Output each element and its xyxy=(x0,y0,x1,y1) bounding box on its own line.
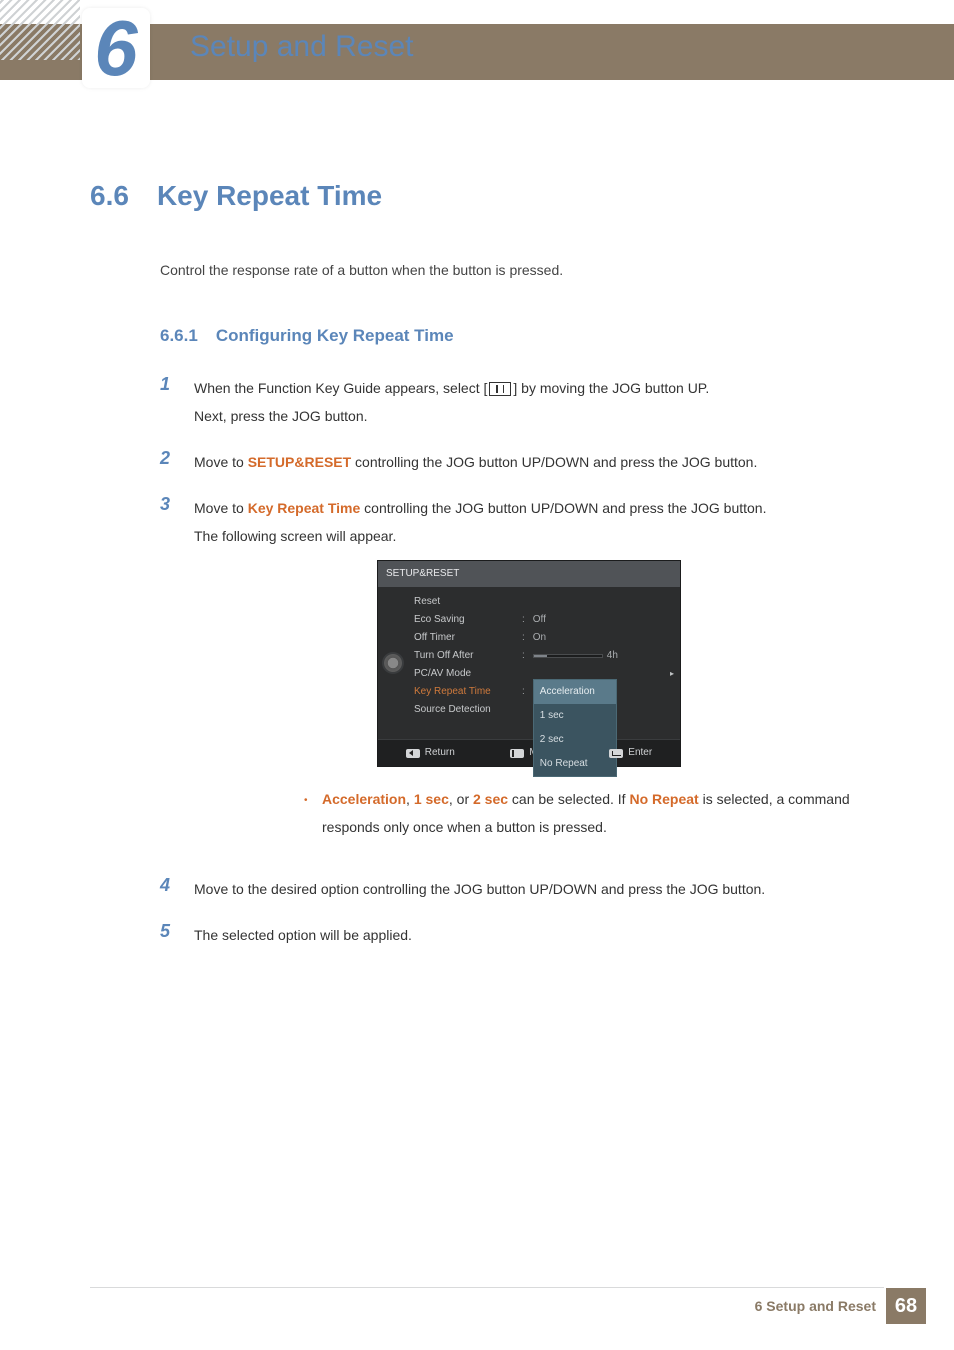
return-key-icon xyxy=(406,749,420,758)
step-body: The selected option will be applied. xyxy=(194,921,412,949)
step-3: 3 Move to Key Repeat Time controlling th… xyxy=(160,494,864,857)
highlight: Acceleration xyxy=(322,791,406,807)
osd-value: On xyxy=(533,628,546,648)
step-body: Move to the desired option controlling t… xyxy=(194,875,765,903)
osd-screenshot: SETUP&RESET Reset Eco Saving:Off Off Tim… xyxy=(377,560,681,767)
osd-title: SETUP&RESET xyxy=(378,561,680,587)
menu-icon xyxy=(489,382,511,396)
osd-item-srcdet: Source Detection xyxy=(414,700,522,720)
osd-item-offtimer: Off Timer xyxy=(414,628,522,648)
step-2: 2 Move to SETUP&RESET controlling the JO… xyxy=(160,448,864,476)
chapter-title: Setup and Reset xyxy=(190,30,414,64)
osd-item-turnoff: Turn Off After xyxy=(414,646,522,666)
text: can be selected. If xyxy=(508,791,629,807)
osd-option-selected: Acceleration xyxy=(540,686,595,697)
text: by moving the JOG button UP. xyxy=(517,380,709,396)
step-4: 4 Move to the desired option controlling… xyxy=(160,875,864,903)
osd-footer-return: Return xyxy=(425,743,455,763)
step-number: 1 xyxy=(160,374,174,395)
osd-item-reset: Reset xyxy=(414,592,522,612)
section-intro: Control the response rate of a button wh… xyxy=(160,262,864,278)
text: When the Function Key Guide appears, sel… xyxy=(194,380,484,396)
osd-dropdown-list: 1 sec 2 sec No Repeat xyxy=(533,704,617,777)
text: The following screen will appear. xyxy=(194,528,396,544)
osd-footer-enter: Enter xyxy=(628,743,652,763)
osd-footer: Return Move Enter xyxy=(378,739,680,766)
osd-item-pcav: PC/AV Mode xyxy=(414,664,522,684)
section-number: 6.6 xyxy=(90,180,129,212)
page-number: 68 xyxy=(886,1288,926,1324)
step-body: Move to SETUP&RESET controlling the JOG … xyxy=(194,448,757,476)
move-key-icon xyxy=(510,749,524,758)
step-body: Move to Key Repeat Time controlling the … xyxy=(194,494,864,857)
highlight: Key Repeat Time xyxy=(248,500,361,516)
highlight: No Repeat xyxy=(629,791,698,807)
section-title: Key Repeat Time xyxy=(157,180,382,212)
osd-item-krt: Key Repeat Time xyxy=(414,682,522,702)
text: , xyxy=(406,791,414,807)
enter-key-icon xyxy=(609,749,623,758)
text: controlling the JOG button UP/DOWN and p… xyxy=(360,500,766,516)
step-number: 5 xyxy=(160,921,174,942)
step-number: 3 xyxy=(160,494,174,515)
osd-option: 1 sec xyxy=(534,704,616,728)
text: Move to xyxy=(194,500,248,516)
page-footer: 6 Setup and Reset 68 xyxy=(0,1288,954,1324)
footer-label: 6 Setup and Reset xyxy=(755,1298,876,1314)
text: Next, press the JOG button. xyxy=(194,408,368,424)
osd-option: 2 sec xyxy=(534,728,616,752)
step-body: When the Function Key Guide appears, sel… xyxy=(194,374,709,430)
highlight: SETUP&RESET xyxy=(248,454,351,470)
note-bullet: Acceleration, 1 sec, or 2 sec can be sel… xyxy=(304,785,864,841)
chapter-number: 6 xyxy=(94,9,137,87)
osd-dropdown: Acceleration 1 sec 2 sec No Repeat xyxy=(533,679,617,705)
subsection-number: 6.6.1 xyxy=(160,326,198,346)
osd-value: 4h xyxy=(607,646,618,666)
osd-item-eco: Eco Saving xyxy=(414,610,522,630)
step-5: 5 The selected option will be applied. xyxy=(160,921,864,949)
gear-icon xyxy=(384,654,402,672)
step-1: 1 When the Function Key Guide appears, s… xyxy=(160,374,864,430)
caret-right-icon: ▸ xyxy=(670,666,680,682)
step-number: 4 xyxy=(160,875,174,896)
highlight: 2 sec xyxy=(473,791,508,807)
step-number: 2 xyxy=(160,448,174,469)
text: controlling the JOG button UP/DOWN and p… xyxy=(351,454,757,470)
osd-value: Off xyxy=(533,610,546,630)
highlight: 1 sec xyxy=(414,791,449,807)
text: Move to xyxy=(194,454,248,470)
header-hatch xyxy=(0,0,80,60)
subsection-title: Configuring Key Repeat Time xyxy=(216,326,454,346)
chapter-badge: 6 xyxy=(82,8,150,88)
osd-slider: 4h xyxy=(533,646,618,666)
text: , or xyxy=(449,791,473,807)
osd-option: No Repeat xyxy=(534,752,616,776)
